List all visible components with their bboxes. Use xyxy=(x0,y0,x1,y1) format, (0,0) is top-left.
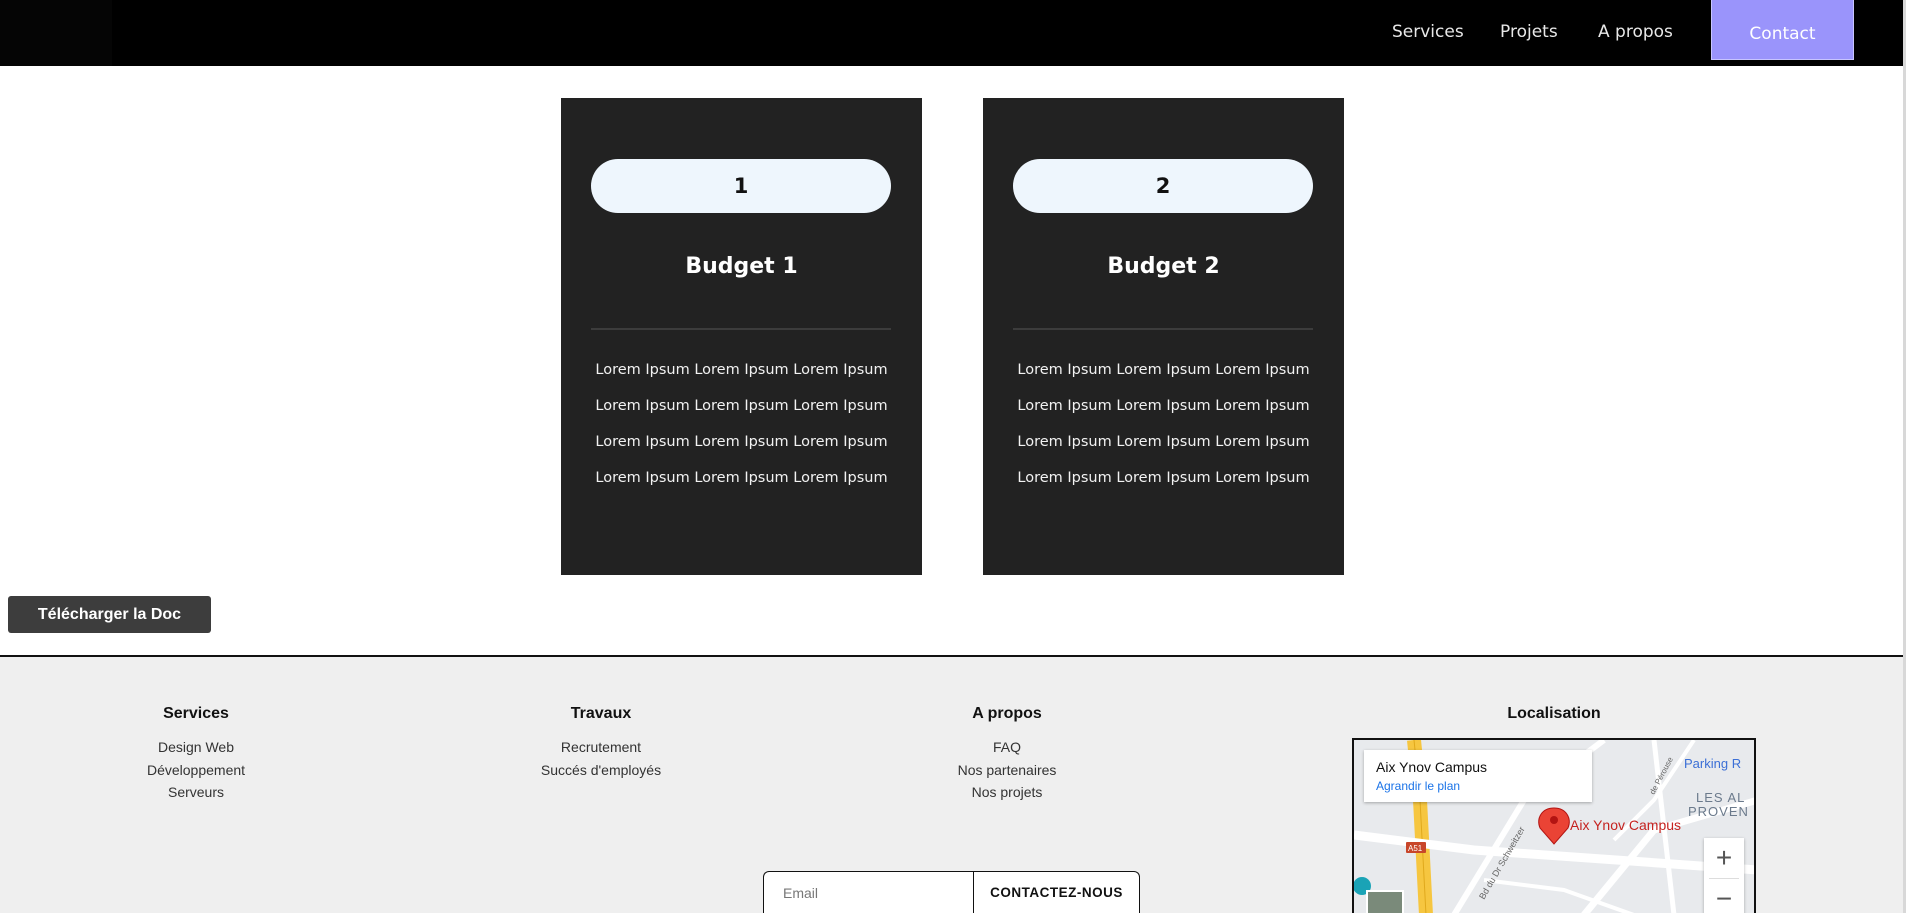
footer-heading: Travaux xyxy=(570,705,632,722)
email-input[interactable] xyxy=(763,871,974,913)
contact-button[interactable]: Contact xyxy=(1711,0,1854,60)
top-navbar: Services Projets A propos Contact xyxy=(0,0,1906,66)
map-zoom-control: + − xyxy=(1704,838,1744,913)
card-title: Budget 1 xyxy=(685,254,798,279)
footer-column-localisation: Localisation xyxy=(1454,705,1654,725)
nav-link-a-propos[interactable]: A propos xyxy=(1598,22,1673,42)
contact-us-button[interactable]: CONTACTEZ-NOUS xyxy=(973,871,1140,913)
footer-link-nos-projets[interactable]: Nos projets xyxy=(907,781,1107,804)
map-place-name: Aix Ynov Campus xyxy=(1376,759,1488,775)
map-satellite-toggle[interactable] xyxy=(1366,890,1404,913)
footer-column-services: Services Design Web Développement Serveu… xyxy=(96,705,296,804)
map-pin-label[interactable]: Aix Ynov Campus xyxy=(1570,817,1681,833)
site-logo[interactable] xyxy=(0,0,112,66)
card-text-line: Lorem Ipsum Lorem Ipsum Lorem Ipsum xyxy=(1017,398,1310,414)
footer-heading: Services xyxy=(163,705,229,722)
card-text-line: Lorem Ipsum Lorem Ipsum Lorem Ipsum xyxy=(1017,362,1310,378)
map-label-district-2: PROVEN xyxy=(1688,804,1749,819)
card-text-line: Lorem Ipsum Lorem Ipsum Lorem Ipsum xyxy=(595,470,888,486)
pricing-card-1: 1 Budget 1 Lorem Ipsum Lorem Ipsum Lorem… xyxy=(561,98,922,575)
footer-link-nos-partenaires[interactable]: Nos partenaires xyxy=(907,759,1107,782)
card-text-line: Lorem Ipsum Lorem Ipsum Lorem Ipsum xyxy=(595,398,888,414)
map-enlarge-link[interactable]: Agrandir le plan xyxy=(1376,779,1580,793)
card-title: Budget 2 xyxy=(1107,254,1220,279)
map-place-card: Aix Ynov Campus Agrandir le plan xyxy=(1364,750,1592,802)
footer-column-a-propos: A propos FAQ Nos partenaires Nos projets xyxy=(907,705,1107,804)
map-road-label-a51: A51 xyxy=(1408,844,1423,853)
footer-heading: A propos xyxy=(972,705,1042,722)
footer-link-developpement[interactable]: Développement xyxy=(96,759,296,782)
nav-link-projets[interactable]: Projets xyxy=(1500,22,1558,42)
footer-link-succes-employes[interactable]: Succés d'employés xyxy=(501,759,701,782)
zoom-in-icon[interactable]: + xyxy=(1704,838,1744,878)
map-label-parking: Parking R xyxy=(1684,756,1742,771)
zoom-out-icon[interactable]: − xyxy=(1704,879,1744,913)
footer-link-recrutement[interactable]: Recrutement xyxy=(501,736,701,759)
card-divider xyxy=(1013,328,1313,330)
card-number-badge: 2 xyxy=(1013,159,1313,213)
download-doc-button[interactable]: Télécharger la Doc xyxy=(8,596,211,633)
card-number-badge: 1 xyxy=(591,159,891,213)
nav-link-services[interactable]: Services xyxy=(1392,22,1464,42)
card-divider xyxy=(591,328,891,330)
card-text-line: Lorem Ipsum Lorem Ipsum Lorem Ipsum xyxy=(595,434,888,450)
footer-link-design-web[interactable]: Design Web xyxy=(96,736,296,759)
footer-link-faq[interactable]: FAQ xyxy=(907,736,1107,759)
location-map[interactable]: A51 Bd du Dr Schweitzer de Pérouse Parki… xyxy=(1352,738,1756,913)
footer-heading: Localisation xyxy=(1507,705,1601,722)
card-text-line: Lorem Ipsum Lorem Ipsum Lorem Ipsum xyxy=(595,362,888,378)
map-label-district: LES AL xyxy=(1696,790,1746,805)
card-text-line: Lorem Ipsum Lorem Ipsum Lorem Ipsum xyxy=(1017,470,1310,486)
footer-column-travaux: Travaux Recrutement Succés d'employés xyxy=(501,705,701,781)
card-text-line: Lorem Ipsum Lorem Ipsum Lorem Ipsum xyxy=(1017,434,1310,450)
pricing-card-2: 2 Budget 2 Lorem Ipsum Lorem Ipsum Lorem… xyxy=(983,98,1344,575)
footer-link-serveurs[interactable]: Serveurs xyxy=(96,781,296,804)
